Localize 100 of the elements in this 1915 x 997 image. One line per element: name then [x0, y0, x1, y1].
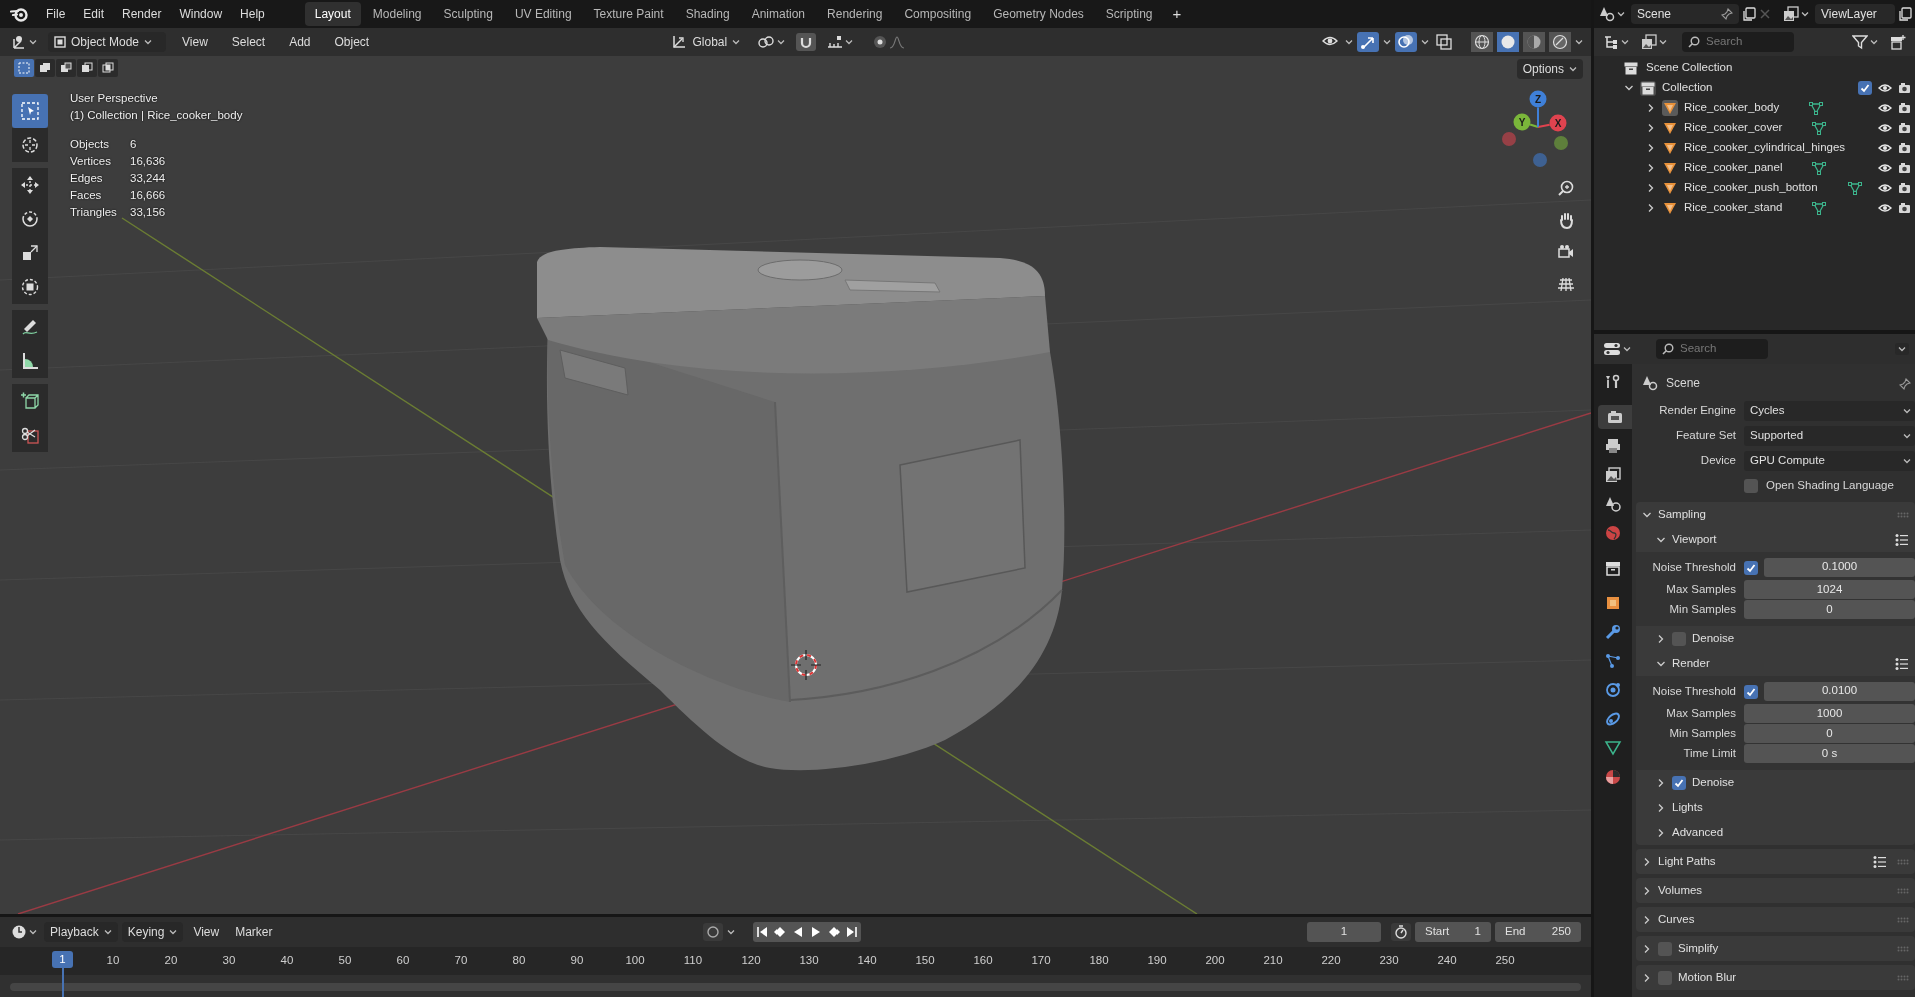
mesh-data-icon[interactable] — [1809, 101, 1824, 115]
checkbox[interactable] — [1744, 684, 1758, 699]
tool-button[interactable] — [12, 344, 48, 378]
snap-button[interactable] — [796, 33, 817, 51]
menu-item[interactable]: Render — [114, 3, 170, 25]
workspace-tab[interactable]: Rendering — [817, 2, 893, 26]
mesh-object-icon[interactable] — [1663, 161, 1677, 175]
grip-icon[interactable] — [1897, 511, 1909, 518]
chevron-icon[interactable] — [1642, 972, 1652, 983]
presets-icon[interactable] — [1895, 532, 1909, 547]
tool-button[interactable] — [12, 128, 48, 162]
eye-icon[interactable] — [1878, 123, 1892, 133]
overlays-toggle[interactable] — [1395, 32, 1417, 52]
panel-header[interactable]: Render — [1650, 651, 1915, 676]
checkbox-label[interactable]: Open Shading Language — [1766, 476, 1894, 495]
menu-item[interactable]: Object — [326, 31, 378, 53]
checkbox[interactable] — [1858, 81, 1872, 95]
tool-button[interactable] — [12, 384, 48, 418]
outliner-item[interactable]: Rice_cooker_body — [1684, 99, 1780, 117]
3d-cursor-icon[interactable] — [790, 649, 822, 681]
checkbox[interactable] — [1744, 560, 1758, 575]
axis-handle[interactable]: Y — [1513, 113, 1531, 131]
tool-button[interactable] — [12, 418, 48, 452]
shading-mode-button[interactable] — [1523, 32, 1545, 52]
eye-icon[interactable] — [1878, 83, 1892, 93]
workspace-tab[interactable]: Texture Paint — [583, 2, 674, 26]
dropdown-field[interactable]: GPU Compute — [1744, 450, 1915, 471]
checkbox[interactable] — [1672, 775, 1686, 790]
panel-header[interactable]: Denoise — [1650, 626, 1915, 651]
dropdown-field[interactable]: Cycles — [1744, 400, 1915, 421]
grip-icon[interactable] — [1897, 945, 1909, 952]
select-mode-button[interactable] — [35, 59, 55, 77]
outliner-item[interactable]: Rice_cooker_cylindrical_hinges — [1684, 139, 1846, 157]
number-field[interactable]: 0.0100 — [1764, 681, 1915, 701]
scene-field[interactable]: Scene — [1631, 4, 1739, 24]
pin-icon[interactable] — [1899, 377, 1911, 390]
menu-item[interactable]: Edit — [75, 3, 113, 25]
mesh-data-icon[interactable] — [1812, 161, 1827, 175]
chevron-icon[interactable] — [1642, 914, 1652, 925]
properties-tab[interactable] — [1598, 405, 1632, 429]
workspace-tab[interactable]: Layout — [304, 2, 361, 26]
menu-item[interactable]: Select — [223, 31, 274, 53]
eye-icon[interactable] — [1878, 203, 1892, 213]
eye-icon[interactable] — [1878, 163, 1892, 173]
options-dropdown[interactable]: Options — [1516, 59, 1583, 79]
grip-icon[interactable] — [1897, 974, 1909, 981]
panel-header[interactable]: Viewport — [1650, 527, 1915, 552]
menu-item[interactable]: View — [187, 922, 226, 942]
select-mode-button[interactable] — [56, 59, 76, 77]
mesh-data-icon[interactable] — [1812, 121, 1827, 135]
axis-handle[interactable]: Z — [1529, 90, 1547, 108]
outliner-item[interactable]: Scene Collection — [1646, 59, 1733, 77]
chevron-icon[interactable] — [1642, 943, 1652, 954]
close-icon[interactable] — [1759, 8, 1771, 20]
negative-axis-handle[interactable] — [1554, 136, 1568, 150]
end-frame-field[interactable]: End 250 — [1495, 922, 1581, 942]
mesh-data-icon[interactable] — [1847, 181, 1862, 195]
axis-handle[interactable]: X — [1549, 114, 1567, 132]
workspace-tab[interactable]: Shading — [675, 2, 740, 26]
outliner-item[interactable]: Rice_cooker_cover — [1684, 119, 1783, 137]
playhead-frame[interactable]: 1 — [52, 951, 73, 968]
menu-item[interactable]: File — [38, 3, 74, 25]
negative-axis-handle[interactable] — [1502, 132, 1516, 146]
add-workspace-button[interactable]: + — [1164, 3, 1190, 25]
panel-header[interactable]: Lights — [1650, 795, 1915, 820]
checkbox[interactable] — [1658, 941, 1672, 956]
preview-range-button[interactable] — [1391, 923, 1411, 941]
negative-axis-handle[interactable] — [1533, 153, 1547, 167]
dropdown-field[interactable]: Supported — [1744, 425, 1915, 446]
mesh-object-icon[interactable] — [1663, 201, 1677, 215]
camera-icon[interactable] — [1898, 162, 1911, 174]
menu-item[interactable]: Window — [171, 3, 231, 25]
number-field[interactable]: 0 — [1744, 724, 1915, 743]
camera-icon[interactable] — [1898, 202, 1911, 214]
xray-toggle[interactable] — [1433, 32, 1455, 52]
mesh-object-icon[interactable] — [1663, 101, 1677, 115]
menu-item[interactable]: Playback — [44, 922, 118, 942]
panel-header[interactable]: Light Paths — [1636, 849, 1915, 874]
workspace-tab[interactable]: UV Editing — [504, 2, 582, 26]
workspace-tab[interactable]: Sculpting — [433, 2, 503, 26]
chevron-icon[interactable] — [1624, 83, 1634, 93]
pin-icon[interactable] — [1721, 8, 1733, 20]
panel-header[interactable]: Volumes — [1636, 878, 1915, 903]
workspace-tab[interactable]: Modeling — [362, 2, 432, 26]
checkbox[interactable] — [1672, 631, 1686, 646]
mesh-object-icon[interactable] — [1663, 181, 1677, 195]
menu-item[interactable]: Help — [232, 3, 273, 25]
number-field[interactable]: 0.1000 — [1764, 557, 1915, 577]
camera-icon[interactable] — [1898, 122, 1911, 134]
panel-header[interactable]: Curves — [1636, 907, 1915, 932]
camera-icon[interactable] — [1898, 82, 1911, 94]
camera-icon[interactable] — [1898, 142, 1911, 154]
search-field[interactable]: Search — [1656, 339, 1768, 359]
gizmos-toggle[interactable] — [1357, 32, 1379, 52]
auto-keying-button[interactable] — [703, 923, 723, 941]
eye-icon[interactable] — [1878, 183, 1892, 193]
duplicate-icon[interactable] — [1898, 7, 1912, 21]
panel-header[interactable]: Denoise — [1650, 770, 1915, 795]
select-mode-button[interactable] — [98, 59, 118, 77]
outliner-item[interactable]: Collection — [1662, 79, 1713, 97]
